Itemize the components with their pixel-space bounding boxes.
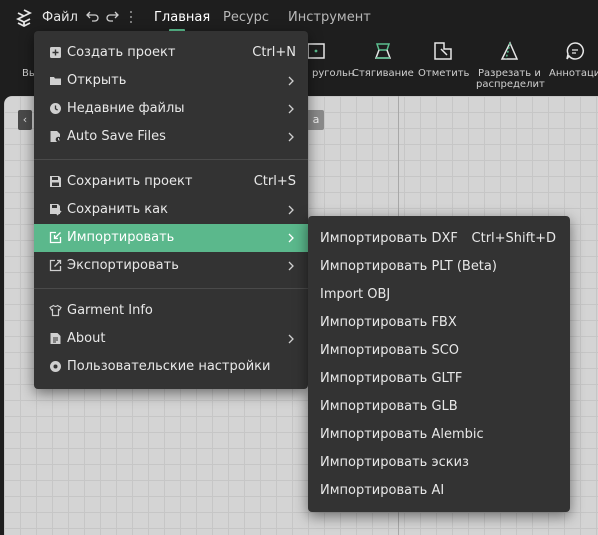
annotation-icon [566,42,584,60]
submenu-item-import-glb[interactable]: Импортировать GLB [308,393,570,421]
autosave-icon [50,131,62,143]
chevron-right-icon [288,76,294,86]
file-menu-dropdown: Создать проект Ctrl+N Открыть Недавние ф… [34,31,308,389]
submenu-item-import-alembic[interactable]: Импортировать Alembic [308,421,570,449]
stretch-icon [374,43,392,59]
chevron-right-icon [288,104,294,114]
submenu-item-import-obj[interactable]: Import OBJ [308,281,570,309]
undo-icon[interactable] [86,10,99,23]
redo-icon[interactable] [106,10,119,23]
menu-item-user-settings[interactable]: Пользовательские настройки [34,353,308,381]
canvas-view-label: а [308,110,324,130]
tool-mark[interactable]: Отметить [416,36,470,96]
menu-item-open[interactable]: Открыть [34,67,308,95]
menu-item-export[interactable]: Экспортировать [34,252,308,280]
tab-resource[interactable]: Ресурс [223,10,269,25]
menu-item-new-project[interactable]: Создать проект Ctrl+N [34,39,308,67]
menu-item-auto-save-files[interactable]: Auto Save Files [34,123,308,151]
save-icon [50,176,61,187]
export-icon [49,259,62,272]
menu-item-save-project[interactable]: Сохранить проект Ctrl+S [34,168,308,196]
rectangle-icon [307,43,325,59]
chevron-right-icon [288,132,294,142]
menu-item-about[interactable]: About [34,325,308,353]
tool-stretch[interactable]: Стягивание [352,36,414,96]
submenu-item-import-ai[interactable]: Импортировать AI [308,477,570,505]
info-icon [50,333,61,344]
menu-item-recent-files[interactable]: Недавние файлы [34,95,308,123]
submenu-item-import-sketch[interactable]: Импортировать эскиз [308,449,570,477]
save-as-icon [50,204,62,216]
clock-icon [50,103,61,114]
mark-icon [434,42,452,60]
menu-item-import[interactable]: Импортировать [34,224,308,252]
new-project-icon [50,47,61,58]
chevron-right-icon [288,334,294,344]
cut-distribute-icon [500,41,519,60]
canvas-collapse-button[interactable]: ‹ [18,110,32,130]
submenu-item-import-fbx[interactable]: Импортировать FBX [308,309,570,337]
menu-item-save-as[interactable]: Сохранить как [34,196,308,224]
more-options-icon[interactable] [128,10,134,24]
tab-home[interactable]: Главная [154,10,210,25]
chevron-right-icon [288,205,294,215]
submenu-item-import-gltf[interactable]: Импортировать GLTF [308,365,570,393]
submenu-item-import-dxf[interactable]: Импортировать DXF Ctrl+Shift+D [308,225,570,253]
menu-item-garment-info[interactable]: Garment Info [34,297,308,325]
tool-cut-distribute[interactable]: Разрезать и распределит [474,36,545,96]
folder-icon [50,77,61,85]
menu-separator [34,288,308,289]
chevron-right-icon [288,233,294,243]
import-submenu: Импортировать DXF Ctrl+Shift+D Импортиро… [308,216,570,512]
tab-tools[interactable]: Инструмент [288,10,371,25]
settings-icon [50,361,61,372]
submenu-item-import-sco[interactable]: Импортировать SCO [308,337,570,365]
app-logo-icon [16,9,32,27]
chevron-right-icon [288,261,294,271]
import-icon [49,231,62,244]
file-menu-button[interactable]: Файл [42,10,78,25]
garment-icon [49,304,62,317]
tool-annotation[interactable]: Аннотаци [548,36,598,96]
submenu-item-import-plt[interactable]: Импортировать PLT (Beta) [308,253,570,281]
menu-separator [34,159,308,160]
